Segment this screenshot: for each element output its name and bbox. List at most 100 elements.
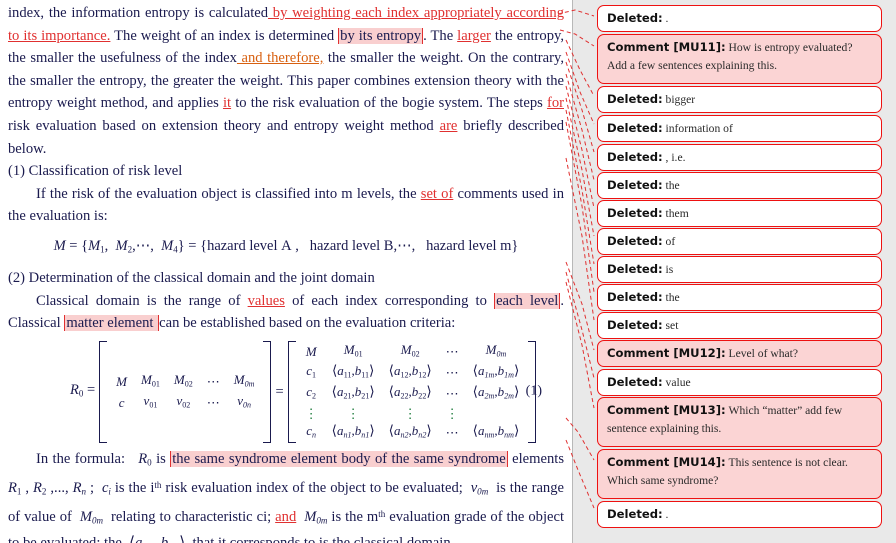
balloon-text: . xyxy=(665,12,669,25)
run-insertion: and xyxy=(275,508,297,525)
matrix-cell: v01 xyxy=(143,392,158,410)
balloon-label: Comment [MU11]: xyxy=(607,40,726,54)
matrix-row: cn ⟨an1,bn1⟩ ⟨an2,bn2⟩ ⋯ ⟨anm,bnm⟩ xyxy=(298,422,527,443)
deleted-balloon[interactable]: Deleted: value xyxy=(597,369,882,396)
deleted-balloon[interactable]: Deleted: them xyxy=(597,200,882,227)
balloon-label: Comment [MU12]: xyxy=(607,346,726,360)
deleted-balloon[interactable]: Deleted: , i.e. xyxy=(597,144,882,171)
run-insertion: for xyxy=(546,95,564,112)
deleted-balloon[interactable]: Deleted: the xyxy=(597,172,882,199)
matrix-cell: M02 xyxy=(173,371,193,388)
document-text-body: index, the information entropy is calcul… xyxy=(8,2,564,543)
balloon-label: Deleted: xyxy=(607,178,663,192)
run-text: (1) Classification of risk level xyxy=(8,163,183,180)
heading-classification-risk-level: (1) Classification of risk level xyxy=(8,160,564,183)
run-text: If the risk of the evaluation object is … xyxy=(36,185,421,202)
run-insertion: values xyxy=(247,292,285,309)
matrix-cell: v0n xyxy=(237,392,252,410)
pane-divider xyxy=(572,0,573,543)
matrix-cell: ⋮ xyxy=(304,405,318,421)
matrix-row: M M01 M02 ⋯ M0m xyxy=(298,341,527,362)
run-insertion: set of xyxy=(420,185,454,202)
matrix-cell: ⋯ xyxy=(206,394,220,410)
matrix-cell: M01 xyxy=(343,341,363,359)
matrix-cell: M01 xyxy=(141,371,160,388)
balloon-text: Level of what? xyxy=(728,347,799,360)
run-highlight: matter element xyxy=(64,315,160,332)
matrix-cell: ⟨an1,bn1⟩ xyxy=(331,422,375,439)
equation-lhs: R0 = xyxy=(70,381,96,399)
balloon-text: information of xyxy=(665,122,733,135)
paragraph-entropy-weight: index, the information entropy is calcul… xyxy=(8,2,564,160)
matrix-cell: ⟨a21,b21⟩ xyxy=(331,384,375,401)
paragraph-risk-levels: If the risk of the evaluation object is … xyxy=(8,183,564,228)
balloon-label: Comment [MU13]: xyxy=(607,403,726,417)
deleted-balloon[interactable]: Deleted: is xyxy=(597,256,882,283)
run-insertion: larger xyxy=(457,27,491,44)
run-highlight: each level xyxy=(494,292,561,309)
balloon-text: of xyxy=(665,235,676,248)
bracket-left xyxy=(99,340,108,443)
matrix-cell: ⋮ xyxy=(346,405,360,421)
run-text: index, the information entropy is calcul… xyxy=(8,5,269,21)
matrix-row: c2 ⟨a21,b21⟩ ⟨a22,b22⟩ ⋯ ⟨a2m,b2m⟩ xyxy=(298,383,527,404)
matrix-cell: M xyxy=(116,373,128,389)
matrix-right: M M01 M02 ⋯ M0m c1 ⟨a11,b11⟩ ⟨a12,b12⟩ ⋯… xyxy=(298,341,527,443)
deleted-balloon[interactable]: Deleted: of xyxy=(597,228,882,255)
run-text: (2) Determination of the classical domai… xyxy=(8,270,375,287)
balloon-label: Deleted: xyxy=(607,121,663,135)
matrix-cell: ⟨a12,b12⟩ xyxy=(388,363,432,380)
matrix-cell: ⋯ xyxy=(445,424,459,440)
matrix-cell xyxy=(466,405,527,422)
bracket-right xyxy=(263,340,272,443)
matrix-cell: c1 xyxy=(306,363,317,380)
deleted-balloon[interactable]: Deleted: set xyxy=(597,312,882,339)
balloon-label: Deleted: xyxy=(607,150,663,164)
balloon-label: Deleted: xyxy=(607,206,663,220)
equation-classical-matter-element: R0 = M M01 M02 ⋯ M0m c v01 v02 ⋯ v0n = M… xyxy=(8,340,564,443)
balloon-text: value xyxy=(665,376,691,389)
balloon-text: . xyxy=(665,508,669,521)
document-page: index, the information entropy is calcul… xyxy=(0,0,572,543)
equals-sign: = xyxy=(275,383,284,400)
balloon-text: bigger xyxy=(665,93,696,106)
balloon-text: the xyxy=(665,291,680,304)
deleted-balloon[interactable]: Deleted: . xyxy=(597,501,882,528)
run-insertion: it xyxy=(222,95,232,112)
matrix-row: c v01 v02 ⋯ v0n xyxy=(109,392,261,413)
deleted-balloon[interactable]: Deleted: information of xyxy=(597,115,882,142)
balloon-label: Deleted: xyxy=(607,290,663,304)
review-balloon-pane: Deleted: . Comment [MU11]: How is entropy… xyxy=(572,0,896,543)
balloon-label: Deleted: xyxy=(607,234,663,248)
run-text: Classical domain is the range of xyxy=(36,292,248,309)
comment-balloon[interactable]: Comment [MU14]: This sentence is not cle… xyxy=(597,449,882,499)
matrix-cell: M0m xyxy=(485,341,507,359)
paragraph-classical-domain: Classical domain is the range of values … xyxy=(8,290,564,335)
deleted-balloon[interactable]: Deleted: bigger xyxy=(597,86,882,113)
comment-balloon[interactable]: Comment [MU13]: Which “matter” add few s… xyxy=(597,397,882,447)
run-text: risk evaluation based on extension theor… xyxy=(8,117,440,134)
matrix-cell: v02 xyxy=(176,392,191,410)
matrix-cell: c2 xyxy=(306,384,317,401)
balloon-label: Deleted: xyxy=(607,318,663,332)
balloon-text: set xyxy=(665,319,679,332)
paragraph-formula-legend: In the formula: R0 is the same syndrome … xyxy=(8,448,564,543)
matrix-row: M M01 M02 ⋯ M0m xyxy=(109,371,261,392)
matrix-cell: ⟨an2,bn2⟩ xyxy=(388,422,432,439)
comment-balloon[interactable]: Comment [MU12]: Level of what? xyxy=(597,340,882,367)
run-highlight: by its entropy xyxy=(338,27,424,44)
balloon-text: the xyxy=(665,179,680,192)
matrix-cell: ⋯ xyxy=(445,343,459,359)
equation-comment-set: M = {M1, M2,⋯, M4} = {hazard level A , h… xyxy=(53,237,519,255)
run-text: In the formula: R0 is xyxy=(36,450,171,468)
matrix-cell: ⋮ xyxy=(445,405,459,421)
deleted-balloon[interactable]: Deleted: . xyxy=(597,5,882,32)
run-highlight: the same syndrome element body of the sa… xyxy=(170,450,508,467)
matrix-cell: ⟨a2m,b2m⟩ xyxy=(472,384,520,401)
matrix-cell: ⋯ xyxy=(445,365,459,381)
comment-balloon[interactable]: Comment [MU11]: How is entropy evaluated… xyxy=(597,34,882,84)
deleted-balloon[interactable]: Deleted: the xyxy=(597,284,882,311)
balloon-label: Deleted: xyxy=(607,507,663,521)
equation-number: (1) xyxy=(525,383,542,399)
matrix-cell: ⟨a22,b22⟩ xyxy=(388,384,432,401)
